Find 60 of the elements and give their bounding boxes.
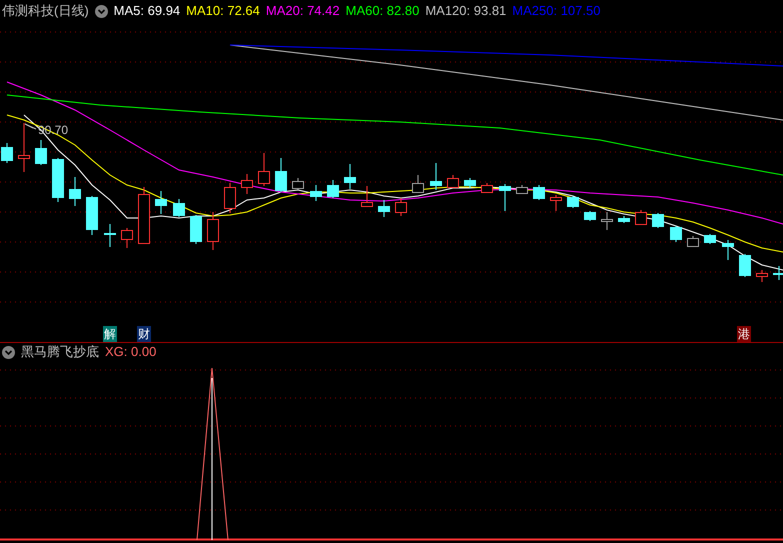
candlestick (35, 140, 47, 166)
candlestick (430, 162, 442, 190)
candlestick (190, 214, 202, 244)
candlestick (533, 184, 545, 200)
candlestick (173, 198, 185, 218)
candlestick (687, 236, 699, 248)
candlestick (275, 158, 287, 192)
indicator-title: 黑马腾飞抄底 (21, 344, 99, 360)
candlestick (516, 184, 528, 194)
candlestick (1, 142, 13, 164)
candlestick (584, 210, 596, 222)
candlestick (86, 196, 98, 236)
candlestick (464, 178, 476, 188)
indicator-value: XG: 0.00 (105, 344, 156, 360)
candlestick (481, 182, 493, 194)
event-marker[interactable]: 港 (737, 326, 751, 342)
candlestick (756, 270, 768, 282)
collapse-icon[interactable] (2, 346, 15, 358)
candlestick (138, 186, 150, 244)
candlestick (670, 226, 682, 242)
candlestick (412, 174, 424, 194)
candlestick (258, 152, 270, 186)
candlestick (773, 266, 783, 280)
candlestick (722, 240, 734, 260)
candlestick (18, 122, 30, 172)
candlestick (344, 164, 356, 190)
candlestick (155, 190, 167, 214)
candlestick (601, 212, 613, 230)
candlestick (704, 234, 716, 244)
candlestick (207, 212, 219, 250)
candlestick (550, 194, 562, 212)
candlestick (499, 184, 511, 212)
candlestick (618, 216, 630, 224)
candlestick (241, 174, 253, 194)
moving-average-value: MA250: 107.50 (512, 2, 600, 20)
candlestick (395, 198, 407, 216)
candlestick (635, 210, 647, 226)
candlestick (361, 186, 373, 208)
candlestick (69, 176, 81, 206)
candlestick (567, 196, 579, 208)
moving-average-value: MA5: 69.94 (114, 2, 180, 20)
candlestick (104, 224, 116, 248)
event-marker[interactable]: 解 (103, 326, 117, 342)
candlestick (447, 174, 459, 188)
moving-average-value: MA60: 82.80 (346, 2, 420, 20)
event-marker[interactable]: 财 (137, 326, 151, 342)
candlestick (292, 178, 304, 190)
candlestick (327, 180, 339, 198)
candlestick (224, 182, 236, 214)
candlestick (378, 200, 390, 218)
candlestick (52, 158, 64, 202)
candlestick (652, 212, 664, 228)
moving-average-value: MA20: 74.42 (266, 2, 340, 20)
candlestick (310, 184, 322, 202)
stock-title: 伟测科技(日线) (1, 2, 89, 20)
moving-average-value: MA10: 72.64 (186, 2, 260, 20)
collapse-icon[interactable] (94, 4, 108, 18)
candlestick (739, 254, 751, 278)
candlestick (121, 228, 133, 248)
moving-average-value: MA120: 93.81 (425, 2, 506, 20)
